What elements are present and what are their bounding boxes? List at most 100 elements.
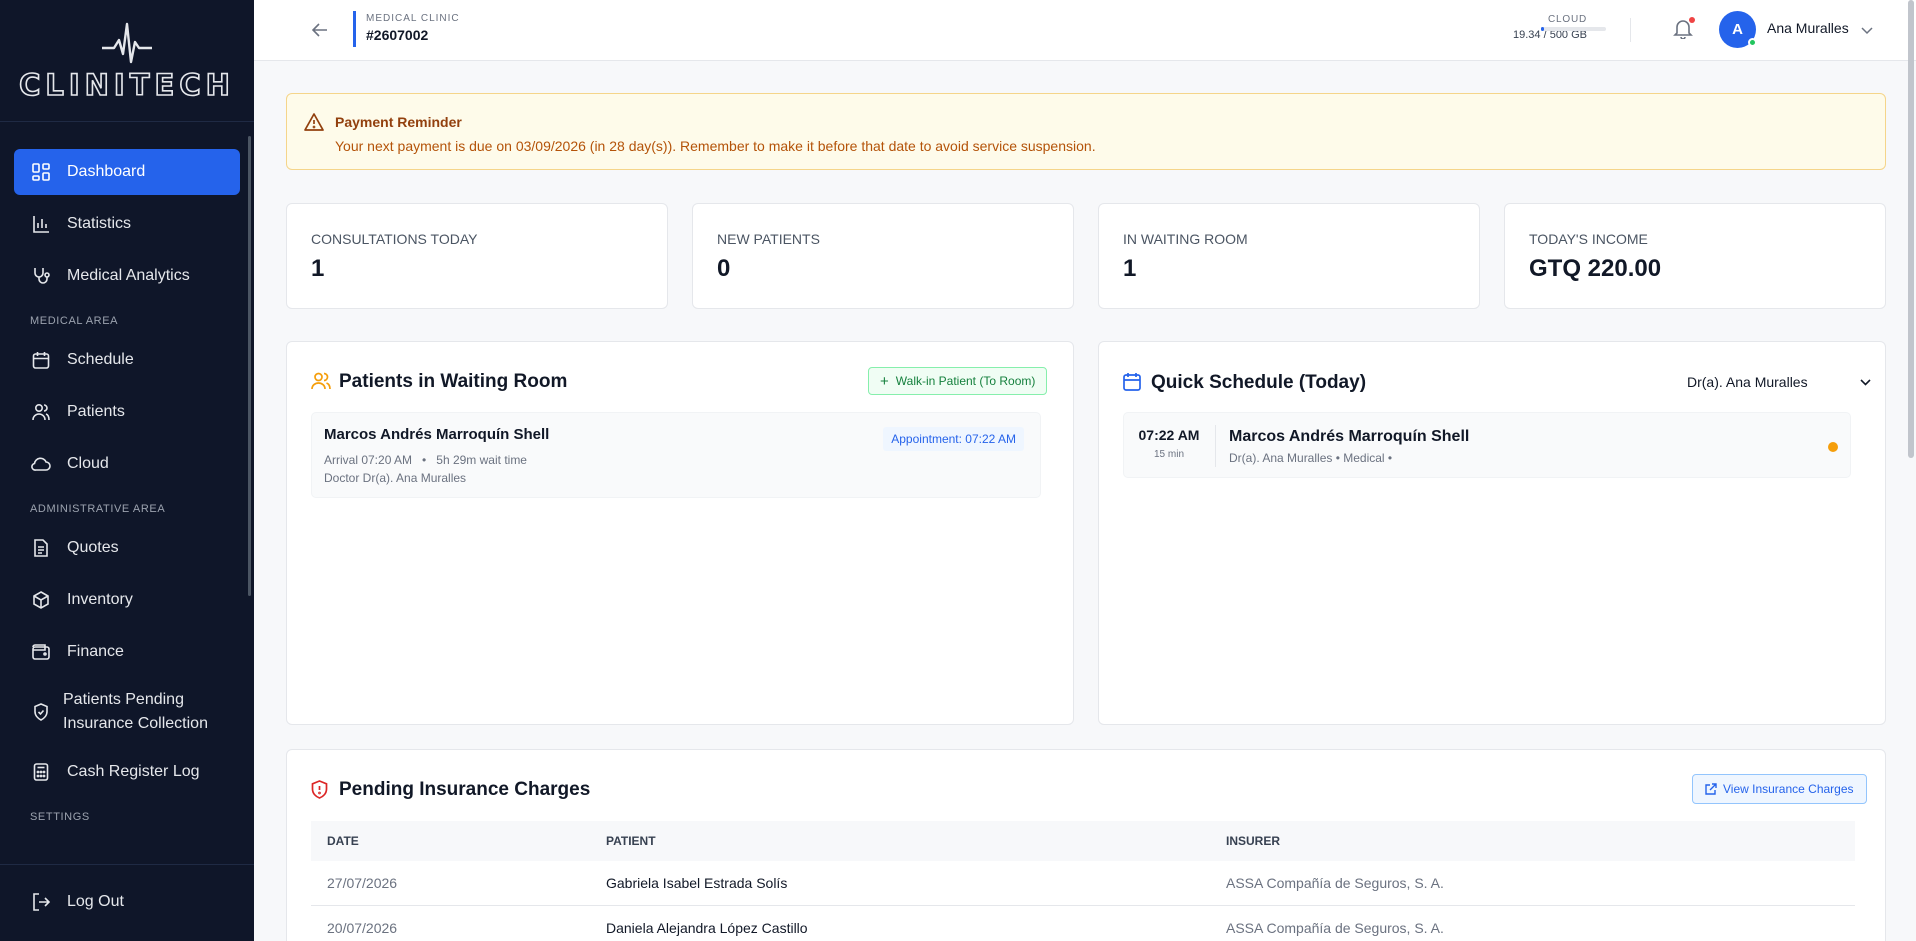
calculator-icon [30, 761, 52, 783]
sidebar-item-label: Dashboard [67, 163, 146, 180]
quick-schedule-title: Quick Schedule (Today) [1151, 372, 1367, 393]
sidebar-item-inventory[interactable]: Inventory [14, 577, 240, 623]
wait-time: 5h 29m wait time [436, 453, 527, 467]
sidebar-item-medical-analytics[interactable]: Medical Analytics [14, 253, 240, 299]
alert-message: Your next payment is due on 03/09/2026 (… [335, 138, 1096, 154]
waiting-room-card: Patients in Waiting Room + Walk-in Patie… [286, 341, 1074, 725]
alert-title: Payment Reminder [335, 114, 462, 130]
sidebar-item-dashboard[interactable]: Dashboard [14, 149, 240, 195]
sidebar-item-quotes[interactable]: Quotes [14, 525, 240, 571]
column-header-insurer: INSURER [1226, 834, 1281, 848]
user-name[interactable]: Ana Muralles [1767, 20, 1849, 36]
column-header-date: DATE [327, 834, 359, 848]
table-row[interactable]: 27/07/2026 Gabriela Isabel Estrada Solís… [311, 861, 1855, 906]
waiting-room-title: Patients in Waiting Room [339, 371, 568, 392]
stat-value: 0 [717, 255, 731, 282]
schedule-item[interactable]: 07:22 AM 15 min Marcos Andrés Marroquín … [1123, 412, 1851, 478]
patient-doctor: Doctor Dr(a). Ana Muralles [324, 471, 467, 485]
cell-date: 20/07/2026 [327, 920, 398, 936]
sidebar-item-label: Patients Pending Insurance Collection [63, 691, 208, 732]
avatar-initial: A [1732, 21, 1743, 38]
clinic-info: MEDICAL CLINIC #2607002 [353, 11, 460, 47]
sidebar-item-label: Cloud [67, 455, 109, 472]
doctor-select[interactable]: Dr(a). Ana Muralles [1687, 370, 1871, 394]
logout: Log Out [14, 879, 240, 931]
view-insurance-charges-button[interactable]: View Insurance Charges [1692, 774, 1867, 804]
back-button[interactable] [308, 18, 332, 42]
divider [1630, 18, 1631, 42]
warning-icon [304, 113, 324, 136]
stat-value: 1 [1123, 255, 1137, 282]
sidebar-item-schedule[interactable]: Schedule [14, 337, 240, 383]
sidebar-item-label: Schedule [67, 351, 134, 368]
sidebar-item-label: Inventory [67, 591, 133, 608]
section-settings: SETTINGS [30, 811, 90, 823]
table-header: DATE PATIENT INSURER [311, 821, 1855, 861]
stat-label: IN WAITING ROOM [1123, 231, 1248, 247]
notifications-button[interactable] [1672, 17, 1696, 41]
divider [0, 864, 254, 865]
shield-icon [311, 780, 328, 804]
notification-dot [1689, 17, 1695, 23]
schedule-time: 07:22 AM [1138, 427, 1200, 443]
sidebar-item-statistics[interactable]: Statistics [14, 201, 240, 247]
arrival-time: Arrival 07:20 AM [324, 453, 413, 467]
table-row[interactable]: 20/07/2026 Daniela Alejandra López Casti… [311, 906, 1855, 941]
sidebar-item-finance[interactable]: Finance [14, 629, 240, 675]
bar-chart-icon [30, 213, 52, 235]
sidebar: CLINITECH Dashboard Statistics Medical A… [0, 0, 254, 941]
stat-value: 1 [311, 255, 325, 282]
users-icon [311, 372, 331, 395]
calendar-icon [30, 349, 52, 371]
cell-insurer: ASSA Compañía de Seguros, S. A. [1226, 920, 1444, 936]
chevron-down-icon [1861, 27, 1873, 35]
sidebar-item-label: Cash Register Log [67, 763, 200, 780]
logout-button[interactable]: Log Out [14, 879, 240, 925]
logo[interactable]: CLINITECH [0, 0, 254, 122]
walk-in-label: Walk-in Patient (To Room) [895, 374, 1036, 388]
sidebar-item-cash-register-log[interactable]: Cash Register Log [14, 749, 240, 795]
payment-reminder-alert: Payment Reminder Your next payment is du… [286, 93, 1886, 170]
walk-in-patient-button[interactable]: + Walk-in Patient (To Room) [868, 367, 1048, 395]
sidebar-nav: Dashboard Statistics Medical Analytics M… [0, 122, 254, 833]
stat-label: CONSULTATIONS TODAY [311, 231, 478, 247]
user-menu-toggle[interactable] [1861, 22, 1873, 40]
sidebar-item-label: Quotes [67, 539, 119, 556]
box-icon [30, 589, 52, 611]
section-medical-area: MEDICAL AREA [30, 315, 119, 327]
cloud-label: CLOUD [1547, 14, 1587, 25]
schedule-duration: 15 min [1153, 449, 1184, 460]
document-icon [30, 537, 52, 559]
column-header-patient: PATIENT [606, 834, 656, 848]
cloud-icon [30, 453, 52, 475]
sidebar-item-pending-insurance[interactable]: Patients Pending Insurance Collection [14, 681, 240, 743]
cell-patient: Daniela Alejandra López Castillo [606, 920, 808, 936]
quick-schedule-card: Quick Schedule (Today) Dr(a). Ana Murall… [1098, 341, 1886, 725]
arrow-left-icon [312, 23, 327, 37]
wallet-icon [30, 641, 52, 663]
patient-name: Marcos Andrés Marroquín Shell [324, 426, 550, 443]
page-scrollbar[interactable] [1908, 0, 1914, 458]
patient-arrival-info: Arrival 07:20 AM • 5h 29m wait time [324, 453, 527, 467]
cell-patient: Gabriela Isabel Estrada Solís [606, 875, 788, 891]
sidebar-item-cloud[interactable]: Cloud [14, 441, 240, 487]
section-administrative-area: ADMINISTRATIVE AREA [30, 503, 166, 515]
stat-consultations-today: CONSULTATIONS TODAY 1 [286, 203, 668, 309]
appointment-badge: Appointment: 07:22 AM [883, 427, 1024, 451]
sidebar-item-patients[interactable]: Patients [14, 389, 240, 435]
cell-date: 27/07/2026 [327, 875, 398, 891]
sidebar-item-label: Finance [67, 643, 124, 660]
calendar-icon [1123, 372, 1141, 396]
cloud-progress-bar [1541, 27, 1606, 31]
shield-icon [30, 701, 52, 723]
external-link-icon [1705, 783, 1717, 795]
schedule-patient-name: Marcos Andrés Marroquín Shell [1229, 428, 1470, 445]
insurance-table: DATE PATIENT INSURER 27/07/2026 Gabriela… [311, 821, 1855, 941]
pending-insurance-card: Pending Insurance Charges View Insurance… [286, 749, 1886, 941]
sidebar-scrollbar[interactable] [248, 136, 251, 596]
sidebar-item-label: Statistics [67, 215, 132, 232]
waiting-patient-item[interactable]: Marcos Andrés Marroquín Shell Arrival 07… [311, 412, 1041, 498]
dashboard-icon [30, 161, 52, 183]
avatar[interactable]: A [1719, 11, 1757, 48]
stat-value: GTQ 220.00 [1529, 255, 1662, 282]
